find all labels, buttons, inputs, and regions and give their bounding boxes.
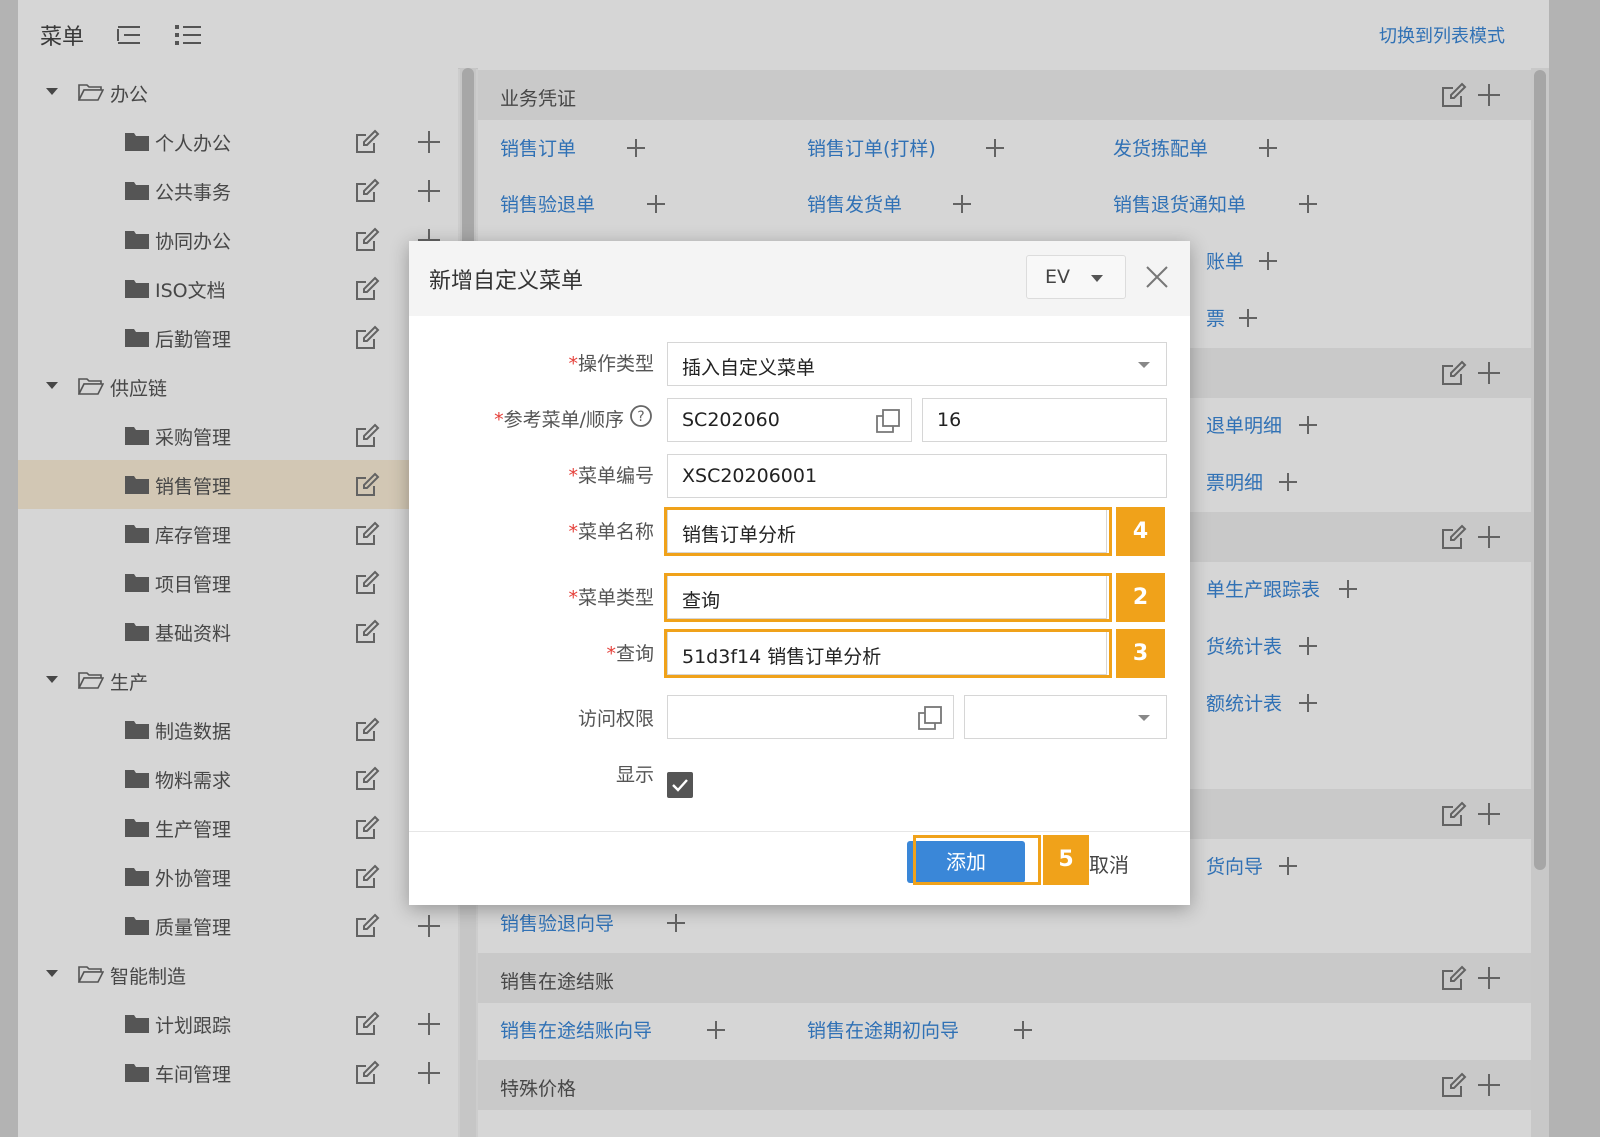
ev-label: EV [1045,266,1071,288]
query-label: *查询 [606,643,654,665]
step-badge: 4 [1116,507,1165,556]
caret-down-icon [1138,362,1150,368]
caret-down-icon [1091,275,1103,282]
highlight-box [664,507,1112,556]
highlight-box [913,835,1041,885]
show-checkbox[interactable] [667,772,693,798]
op-type-label: *操作类型 [568,353,654,375]
access-select[interactable] [964,695,1167,739]
step-badge: 5 [1043,835,1089,885]
access-label: 访问权限 [577,708,654,730]
access-input[interactable] [667,695,954,739]
dialog-title: 新增自定义菜单 [429,269,584,294]
dialog-header: 新增自定义菜单 EV [409,241,1190,316]
help-icon[interactable]: ? [629,404,653,428]
checkmark-icon [672,779,688,792]
menu-type-label: *菜单类型 [568,587,654,609]
show-label: 显示 [615,764,654,786]
copy-icon[interactable] [917,705,943,731]
ev-dropdown[interactable]: EV [1026,255,1126,299]
highlight-box [664,629,1112,678]
menu-code-input[interactable]: XSC20206001 [667,454,1167,498]
close-icon[interactable] [1144,264,1170,290]
ref-menu-input[interactable]: SC202060 [667,398,912,442]
order-input[interactable]: 16 [922,398,1167,442]
menu-name-label: *菜单名称 [568,521,654,543]
cancel-button[interactable]: 取消 [1089,849,1129,878]
svg-text:?: ? [637,409,644,425]
step-badge: 3 [1116,629,1165,678]
op-type-select[interactable]: 插入自定义菜单 [667,342,1167,386]
menu-code-label: *菜单编号 [568,465,654,487]
highlight-box [664,573,1112,622]
ref-menu-label: *参考菜单/顺序 [494,409,624,431]
add-custom-menu-dialog: 新增自定义菜单 EV *操作类型 插入自定义菜单 *参考菜单/顺序 ? SC20… [409,241,1190,905]
copy-icon[interactable] [875,408,901,434]
caret-down-icon [1138,715,1150,721]
step-badge: 2 [1116,573,1165,622]
